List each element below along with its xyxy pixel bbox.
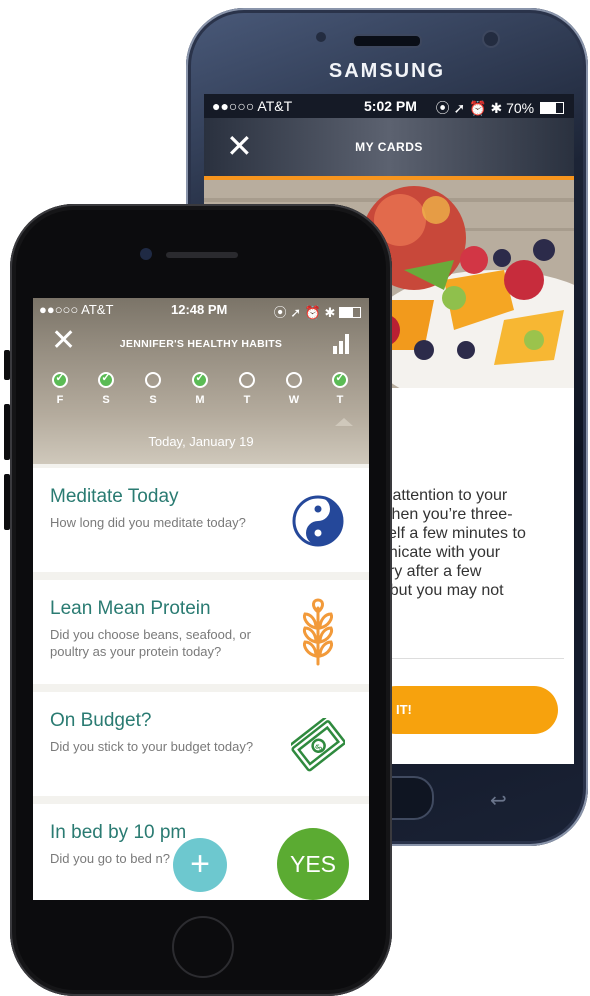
day-toggle[interactable]: W (279, 372, 309, 406)
day-label: M (195, 394, 205, 406)
front-camera (140, 248, 152, 260)
battery-percent: 70% (506, 100, 535, 116)
day-toggle[interactable]: ✓ T (325, 372, 355, 406)
day-toggle[interactable]: T (232, 372, 262, 406)
day-label: S (149, 394, 157, 406)
status-icons: ⦿ ➚ ⏰ ✱ (274, 302, 361, 321)
status-glyphs-icon: ⦿ ➚ ⏰ ✱ (435, 100, 507, 116)
volume-up-button (4, 404, 10, 460)
earpiece (352, 34, 422, 48)
status-bar: ●●○○○ AT&T 5:02 PM ⦿ ➚ ⏰ ✱ 70% (204, 94, 574, 118)
earpiece (166, 252, 238, 258)
add-habit-button[interactable]: + (173, 838, 227, 892)
habit-title: Meditate Today (50, 486, 179, 507)
checkmark-icon: ✓ (55, 372, 65, 384)
empty-circle-icon (145, 372, 161, 388)
check-circle-icon: ✓ (52, 372, 68, 388)
wheat-icon (303, 598, 333, 666)
day-toggle[interactable]: ✓ F (45, 372, 75, 406)
iphone: ●●○○○ AT&T 12:48 PM ⦿ ➚ ⏰ ✱ ✕ JENNIFER'S… (4, 204, 392, 996)
status-bar: ●●○○○ AT&T 12:48 PM ⦿ ➚ ⏰ ✱ (33, 302, 369, 320)
carrier: ●●○○○ AT&T (39, 302, 114, 317)
bar-chart-icon[interactable] (333, 332, 353, 354)
volume-down-button (4, 474, 10, 530)
day-label: F (56, 394, 64, 406)
habit-title: Lean Mean Protein (50, 598, 211, 619)
page-title: JENNIFER'S HEALTHY HABITS (119, 338, 283, 350)
checkmark-icon: ✓ (195, 372, 205, 384)
divider (374, 658, 564, 659)
check-circle-icon: ✓ (98, 372, 114, 388)
selected-day-pointer (335, 418, 353, 426)
battery-icon (540, 102, 564, 114)
check-circle-icon: ✓ (192, 372, 208, 388)
yes-button[interactable]: YES (277, 828, 349, 900)
habit-description: How long did you meditate today? (50, 515, 246, 530)
habit-title: In bed by 10 pm (50, 822, 187, 843)
habit-card[interactable]: On Budget? Did you stick to your budget … (33, 692, 369, 796)
battery-icon (339, 307, 361, 318)
day-label: W (288, 394, 300, 406)
day-toggle[interactable]: ✓ S (91, 372, 121, 406)
sensor-dot (316, 32, 326, 42)
samsung-header: ✕ MY CARDS (204, 118, 574, 176)
page-title: MY CARDS (355, 140, 423, 154)
back-icon[interactable]: ↩ (490, 788, 507, 813)
got-it-button[interactable]: IT! (372, 686, 558, 734)
mute-switch (4, 350, 10, 380)
empty-circle-icon (239, 372, 255, 388)
habit-description: Did you stick to your budget today? (50, 739, 254, 754)
day-toggle[interactable]: S (138, 372, 168, 406)
habit-description: Did you go to bed n? (50, 851, 170, 866)
home-button[interactable] (172, 916, 234, 978)
samsung-brand: SAMSUNG (328, 60, 446, 82)
checkmark-icon: ✓ (101, 372, 111, 384)
empty-circle-icon (286, 372, 302, 388)
carrier: ●●○○○ AT&T (212, 98, 293, 114)
clock: 5:02 PM (364, 98, 417, 114)
habit-title: On Budget? (50, 710, 152, 731)
app-header: ●●○○○ AT&T 12:48 PM ⦿ ➚ ⏰ ✱ ✕ JENNIFER'S… (33, 298, 369, 464)
iphone-screen: ●●○○○ AT&T 12:48 PM ⦿ ➚ ⏰ ✱ ✕ JENNIFER'S… (33, 298, 369, 900)
clock: 12:48 PM (171, 302, 228, 317)
habit-card[interactable]: Lean Mean Protein Did you choose beans, … (33, 580, 369, 684)
day-label: S (102, 394, 110, 406)
habit-description: Did you choose beans, seafood, or poultr… (50, 627, 251, 659)
front-camera (482, 30, 500, 48)
day-tracker: ✓ F ✓ S S ✓ M T W ✓ T (33, 372, 369, 416)
yin-yang-icon (292, 495, 344, 547)
status-icons: ⦿ ➚ ⏰ ✱ 70% (436, 98, 564, 118)
card-body-text: y attention to your when you’re three- s… (380, 487, 526, 599)
status-glyphs-icon: ⦿ ➚ ⏰ ✱ (273, 305, 339, 320)
day-toggle[interactable]: ✓ M (185, 372, 215, 406)
day-label: T (243, 394, 251, 406)
check-circle-icon: ✓ (332, 372, 348, 388)
habit-card[interactable]: Meditate Today How long did you meditate… (33, 468, 369, 572)
wallet-money-icon: $ (291, 718, 345, 772)
checkmark-icon: ✓ (335, 372, 345, 384)
day-label: T (336, 394, 344, 406)
today-label: Today, January 19 (148, 434, 254, 449)
